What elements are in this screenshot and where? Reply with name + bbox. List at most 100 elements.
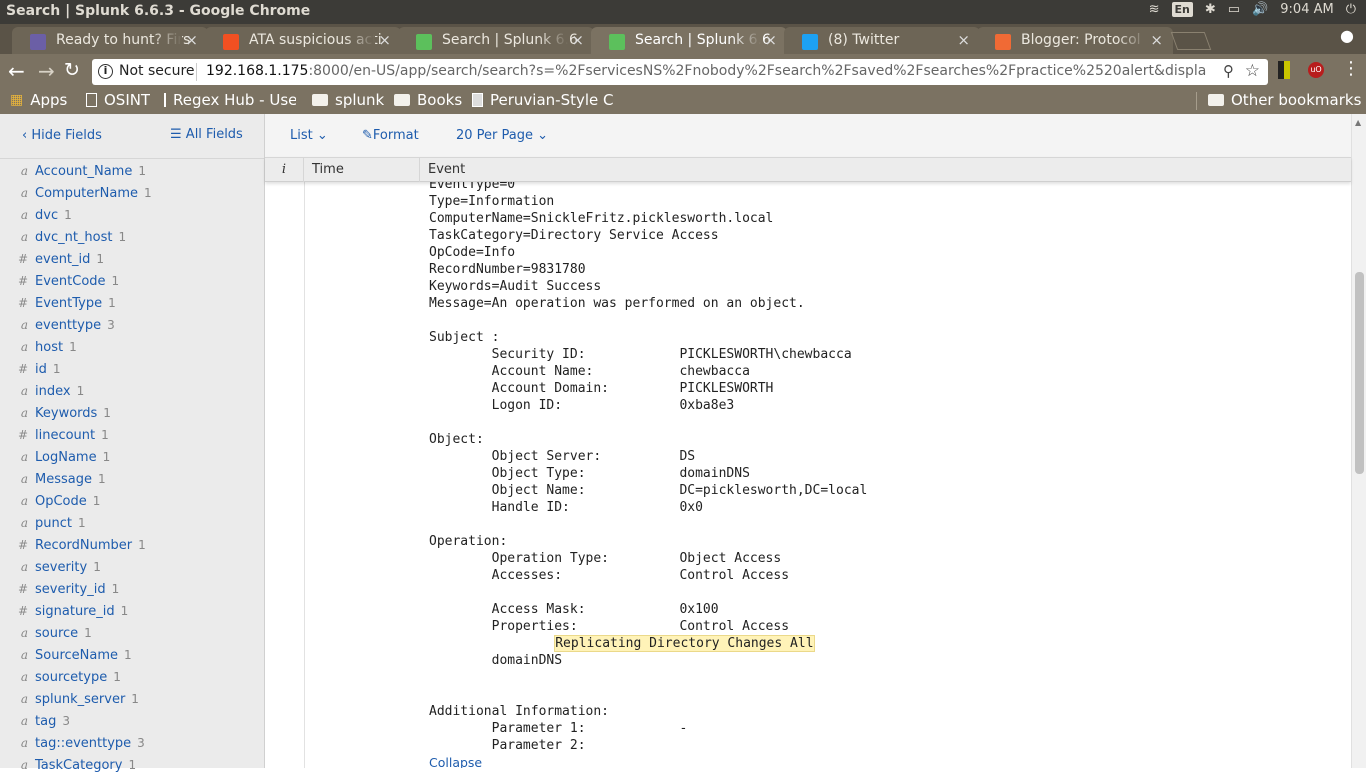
keyboard-layout-indicator[interactable]: En — [1171, 2, 1193, 17]
field-name[interactable]: LogName — [35, 450, 97, 465]
per-page-dropdown[interactable]: 20 Per Page ⌄ — [456, 128, 548, 143]
hide-fields-link[interactable]: ‹ Hide Fields — [22, 128, 102, 143]
field-name[interactable]: splunk_server — [35, 692, 125, 707]
clock[interactable]: 9:04 AM — [1280, 2, 1333, 17]
profile-icon[interactable]: ● — [1340, 26, 1354, 45]
field-item[interactable]: a ComputerName 1 — [0, 182, 264, 204]
tab[interactable]: Blogger: Protocol × — [977, 27, 1173, 54]
field-item[interactable]: # signature_id 1 — [0, 600, 264, 622]
bookmark-apps[interactable]: ▦ Apps — [10, 91, 67, 109]
tab[interactable]: (8) Twitter × — [784, 27, 980, 54]
field-name[interactable]: Account_Name — [35, 164, 132, 179]
close-tab-icon[interactable]: × — [1150, 31, 1163, 49]
field-name[interactable]: dvc — [35, 208, 58, 223]
close-tab-icon[interactable]: × — [185, 31, 198, 49]
field-item[interactable]: # severity_id 1 — [0, 578, 264, 600]
close-tab-icon[interactable]: × — [957, 31, 970, 49]
bookmark-regex-hub[interactable]: Regex Hub - Use — [164, 91, 296, 109]
field-item[interactable]: # RecordNumber 1 — [0, 534, 264, 556]
field-name[interactable]: index — [35, 384, 71, 399]
field-name[interactable]: host — [35, 340, 63, 355]
field-name[interactable]: TaskCategory — [35, 758, 122, 773]
field-item[interactable]: a Account_Name 1 — [0, 160, 264, 182]
wifi-icon[interactable]: ≋ — [1149, 2, 1160, 17]
field-item[interactable]: a OpCode 1 — [0, 490, 264, 512]
new-tab-button[interactable] — [1170, 32, 1212, 50]
event-raw-text[interactable]: EventType=0 Type=Information ComputerNam… — [429, 182, 867, 768]
field-item[interactable]: a splunk_server 1 — [0, 688, 264, 710]
list-view-dropdown[interactable]: List ⌄ — [290, 128, 328, 143]
field-name[interactable]: signature_id — [35, 604, 115, 619]
field-item[interactable]: a severity 1 — [0, 556, 264, 578]
forward-icon[interactable]: → — [38, 59, 55, 83]
field-item[interactable]: a source 1 — [0, 622, 264, 644]
url-text[interactable]: 192.168.1.175:8000/en-US/app/search/sear… — [206, 63, 1206, 79]
tab[interactable]: Ready to hunt? Firs × — [12, 27, 208, 54]
field-item[interactable]: a dvc_nt_host 1 — [0, 226, 264, 248]
close-tab-icon[interactable]: × — [764, 31, 777, 49]
field-item[interactable]: # EventType 1 — [0, 292, 264, 314]
other-bookmarks[interactable]: Other bookmarks — [1208, 91, 1361, 109]
field-name[interactable]: dvc_nt_host — [35, 230, 113, 245]
field-item[interactable]: a eventtype 3 — [0, 314, 264, 336]
field-item[interactable]: a dvc 1 — [0, 204, 264, 226]
field-name[interactable]: tag — [35, 714, 56, 729]
field-name[interactable]: EventType — [35, 296, 102, 311]
bookmark-osint[interactable]: OSINT — [86, 91, 150, 109]
security-indicator[interactable]: i Not secure — [98, 63, 195, 79]
bookmark-folder-splunk[interactable]: splunk — [312, 91, 384, 109]
field-name[interactable]: event_id — [35, 252, 90, 267]
field-item[interactable]: # id 1 — [0, 358, 264, 380]
bookmark-folder-books[interactable]: Books — [394, 91, 462, 109]
field-name[interactable]: OpCode — [35, 494, 87, 509]
tab[interactable]: Search | Splunk 6.6 × — [591, 27, 787, 54]
field-name[interactable]: id — [35, 362, 47, 377]
field-item[interactable]: a SourceName 1 — [0, 644, 264, 666]
info-column-header[interactable]: i — [265, 158, 304, 182]
close-tab-icon[interactable]: × — [378, 31, 391, 49]
ublock-extension-icon[interactable]: uO — [1308, 62, 1324, 78]
volume-icon[interactable]: 🔊 — [1252, 2, 1268, 17]
format-button[interactable]: ✎Format — [362, 128, 419, 143]
field-item[interactable]: a sourcetype 1 — [0, 666, 264, 688]
zoom-icon[interactable]: ⚲ — [1223, 62, 1234, 80]
chrome-menu-icon[interactable]: ⋮ — [1342, 58, 1360, 79]
tab[interactable]: Search | Splunk 6.6 × — [398, 27, 594, 54]
scrollbar[interactable]: ▲ — [1351, 114, 1366, 768]
field-name[interactable]: SourceName — [35, 648, 118, 663]
field-item[interactable]: a TaskCategory 1 — [0, 754, 264, 776]
field-item[interactable]: a tag::eventtype 3 — [0, 732, 264, 754]
address-bar[interactable]: i Not secure 192.168.1.175:8000/en-US/ap… — [92, 59, 1268, 85]
field-name[interactable]: severity_id — [35, 582, 106, 597]
highlighted-term[interactable]: Replicating Directory Changes All — [554, 635, 815, 652]
scrollbar-thumb[interactable] — [1355, 272, 1364, 474]
all-fields-link[interactable]: ☰ All Fields — [170, 127, 243, 142]
field-name[interactable]: Message — [35, 472, 92, 487]
bookmark-peruvian-style[interactable]: Peruvian-Style C — [472, 91, 634, 109]
field-name[interactable]: punct — [35, 516, 72, 531]
tab[interactable]: ATA suspicious acti × — [205, 27, 401, 54]
field-name[interactable]: RecordNumber — [35, 538, 132, 553]
reload-icon[interactable]: ↻ — [64, 59, 80, 81]
collapse-link[interactable]: Collapse — [429, 755, 482, 768]
field-item[interactable]: # EventCode 1 — [0, 270, 264, 292]
field-item[interactable]: # event_id 1 — [0, 248, 264, 270]
extension-icon[interactable] — [1278, 61, 1290, 79]
field-item[interactable]: a punct 1 — [0, 512, 264, 534]
field-item[interactable]: a index 1 — [0, 380, 264, 402]
back-icon[interactable]: ← — [8, 59, 25, 83]
time-column-header[interactable]: Time — [304, 158, 420, 182]
field-item[interactable]: a host 1 — [0, 336, 264, 358]
field-name[interactable]: severity — [35, 560, 87, 575]
field-item[interactable]: a tag 3 — [0, 710, 264, 732]
field-name[interactable]: ComputerName — [35, 186, 138, 201]
field-name[interactable]: EventCode — [35, 274, 106, 289]
bluetooth-icon[interactable]: ✱ — [1205, 2, 1216, 17]
field-name[interactable]: source — [35, 626, 78, 641]
event-column-header[interactable]: Event — [420, 158, 1351, 182]
field-item[interactable]: a LogName 1 — [0, 446, 264, 468]
field-name[interactable]: Keywords — [35, 406, 97, 421]
field-name[interactable]: tag::eventtype — [35, 736, 131, 751]
field-name[interactable]: eventtype — [35, 318, 101, 333]
battery-icon[interactable]: ▭ — [1228, 2, 1240, 17]
